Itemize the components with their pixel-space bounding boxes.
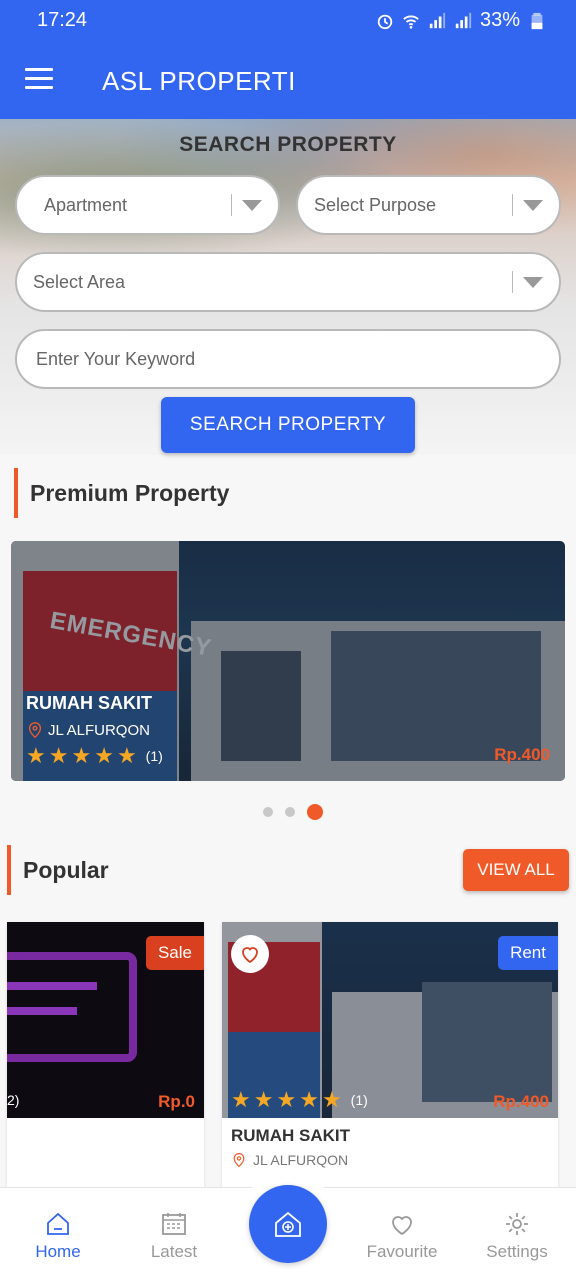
sale-tag: Sale — [145, 936, 204, 970]
star-icon: ★ — [321, 1087, 342, 1112]
nav-home-label: Home — [35, 1242, 81, 1261]
popular-card[interactable]: Sale 2) Rp.0 — [7, 922, 204, 1187]
chevron-down-icon — [523, 276, 543, 288]
popular-section-title: Popular — [23, 856, 109, 883]
carousel-dot[interactable] — [285, 807, 295, 817]
gear-icon — [506, 1213, 528, 1235]
status-time: 17:24 — [37, 9, 88, 31]
battery-percent: 33% — [479, 9, 520, 31]
nav-latest[interactable]: Latest — [119, 1210, 229, 1262]
popular-card-location: JL ALFURQON — [231, 1152, 348, 1168]
popular-card-rating: ★ ★ ★ ★ ★ (1) — [231, 1087, 368, 1112]
app-title: ASL PROPERTI — [102, 66, 296, 96]
home-icon — [47, 1212, 69, 1235]
view-all-button[interactable]: VIEW ALL — [463, 849, 569, 891]
chevron-down-icon — [242, 199, 262, 211]
alarm-icon — [377, 14, 393, 29]
carousel-indicator — [0, 804, 576, 820]
signal-icon — [429, 12, 446, 28]
premium-property-card[interactable]: EMERGENCY RUMAH SAKIT JL ALFURQON ★ ★ ★ … — [11, 541, 565, 781]
star-icon: ★ — [253, 1087, 274, 1112]
premium-property-location: JL ALFURQON — [26, 721, 150, 739]
star-icon: ★ — [231, 1087, 251, 1112]
premium-rating: ★ ★ ★ ★ ★ (1) — [26, 743, 163, 768]
star-icon: ★ — [116, 743, 137, 768]
star-icon: ★ — [299, 1087, 319, 1112]
signal-icon-2 — [455, 12, 472, 28]
status-bar: 17:24 33% — [0, 0, 576, 40]
search-panel: SEARCH PROPERTY Apartment Select Purpose… — [0, 119, 576, 455]
calendar-icon — [162, 1213, 186, 1235]
purpose-placeholder: Select Purpose — [314, 194, 437, 215]
status-icons: 33% — [376, 9, 546, 32]
area-placeholder: Select Area — [33, 271, 126, 292]
premium-section-header: Premium Property — [14, 468, 229, 518]
add-property-icon — [275, 1211, 301, 1237]
wifi-icon — [403, 15, 419, 29]
search-property-button[interactable]: SEARCH PROPERTY — [161, 397, 415, 453]
star-icon: ★ — [94, 743, 114, 768]
hamburger-menu-icon[interactable] — [25, 68, 53, 90]
star-icon: ★ — [26, 743, 46, 768]
popular-rating-count: (1) — [350, 1092, 368, 1108]
nav-settings[interactable]: Settings — [462, 1210, 572, 1262]
chevron-down-icon — [523, 199, 543, 211]
carousel-dot-active[interactable] — [307, 804, 323, 820]
nav-settings-label: Settings — [486, 1242, 548, 1261]
nav-latest-label: Latest — [150, 1242, 198, 1261]
premium-rating-count: (1) — [145, 748, 163, 764]
star-icon: ★ — [71, 743, 92, 768]
search-title: SEARCH PROPERTY — [179, 133, 397, 156]
keyword-placeholder: Enter Your Keyword — [36, 348, 196, 369]
property-type-value: Apartment — [44, 194, 128, 215]
heart-icon — [392, 1216, 412, 1236]
popular-card[interactable]: Rent ★ ★ ★ ★ ★ (1) Rp.400 RUMAH SAKIT JL… — [222, 922, 558, 1187]
heart-icon — [242, 947, 258, 964]
location-pin-icon — [28, 722, 42, 739]
favourite-button[interactable] — [231, 935, 269, 973]
popular-card-partial-count: 2) — [7, 1092, 20, 1108]
battery-icon — [531, 12, 543, 29]
nav-favourite-label: Favourite — [366, 1242, 438, 1261]
purpose-dropdown[interactable]: Select Purpose — [296, 175, 561, 235]
keyword-input[interactable]: Enter Your Keyword — [15, 329, 561, 389]
premium-section-title: Premium Property — [30, 479, 230, 506]
popular-location-text: JL ALFURQON — [253, 1152, 349, 1168]
popular-card-name: RUMAH SAKIT — [231, 1126, 350, 1145]
property-type-dropdown[interactable]: Apartment — [15, 175, 280, 235]
star-icon: ★ — [276, 1087, 297, 1112]
premium-property-price: Rp.400 — [494, 745, 550, 764]
app-bar: ASL PROPERTI — [0, 40, 576, 119]
popular-section-header: Popular — [7, 845, 109, 895]
nav-favourite[interactable]: Favourite — [347, 1210, 457, 1262]
add-property-button[interactable] — [249, 1185, 327, 1263]
carousel-dot[interactable] — [263, 807, 273, 817]
star-icon: ★ — [48, 743, 69, 768]
premium-property-name: RUMAH SAKIT — [26, 693, 152, 713]
area-dropdown[interactable]: Select Area — [15, 252, 561, 312]
popular-card-price: Rp.0 — [158, 1092, 195, 1111]
location-pin-icon — [233, 1152, 245, 1168]
nav-home[interactable]: Home — [3, 1210, 113, 1262]
popular-card-price: Rp.400 — [493, 1092, 549, 1111]
premium-location-text: JL ALFURQON — [48, 721, 150, 739]
rent-tag: Rent — [498, 936, 558, 970]
